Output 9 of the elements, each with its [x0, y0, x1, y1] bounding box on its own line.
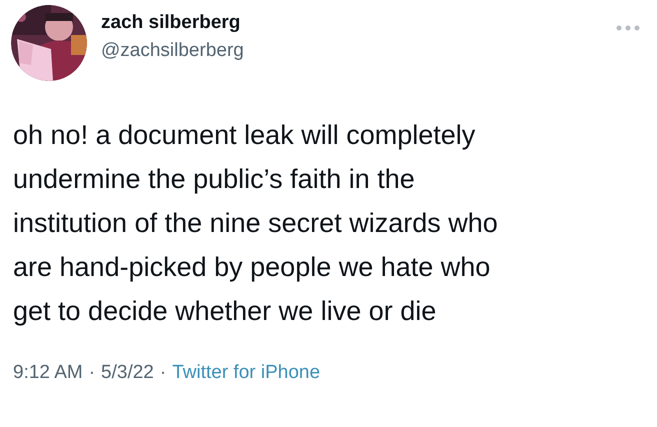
source-link[interactable]: Twitter for iPhone — [172, 361, 320, 385]
author-handle[interactable]: @zachsilberberg — [101, 39, 244, 63]
author-name[interactable]: zach silberberg — [101, 11, 244, 35]
more-icon[interactable] — [616, 25, 640, 31]
tweet-text: oh no! a document leak will completely undermine the public’s faith in the institution of the nine secret wizards who are hand-picked by people we hate who get to decide whether we live or die — [13, 119, 498, 328]
separator-dot: · — [160, 361, 166, 385]
separator-dot: · — [88, 361, 96, 385]
tweet-time: 9:12 AM — [13, 361, 83, 385]
tweet-date: 5/3/22 — [101, 361, 154, 385]
